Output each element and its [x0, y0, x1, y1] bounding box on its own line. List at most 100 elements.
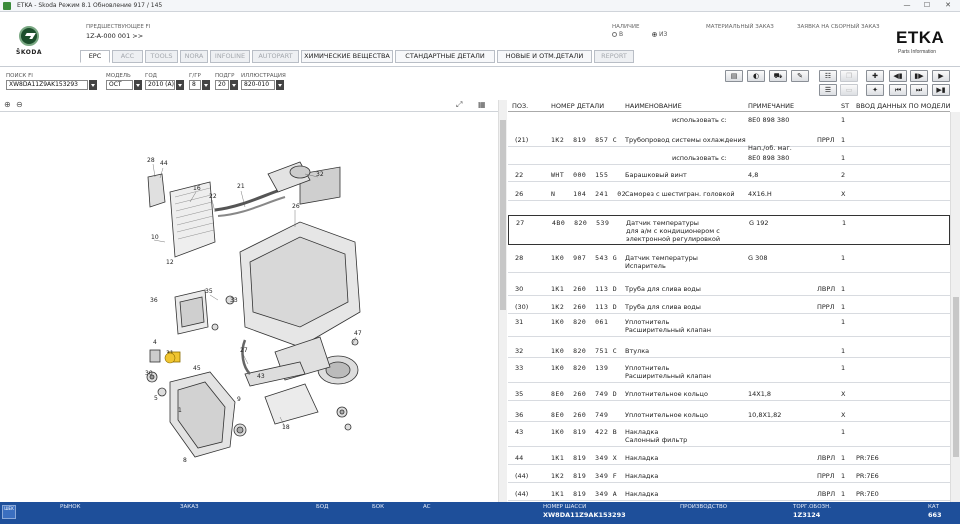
callout-9[interactable]: 9 [237, 396, 241, 403]
table-row[interactable]: использовать с: 8E0 898 380 1 [508, 151, 950, 165]
assembly-request-link[interactable]: ЗАЯВКА НА СБОРНЫЙ ЗАКАЗ [797, 24, 880, 30]
maximize-button[interactable]: ☐ [920, 1, 934, 10]
tab-infoline[interactable]: INFOLINE [210, 50, 250, 63]
main-group-dropdown-icon[interactable] [202, 80, 210, 90]
doc-button[interactable]: ▭ [840, 84, 858, 96]
tab-autopart[interactable]: AUTOPART [252, 50, 299, 63]
table-row[interactable]: 22 WHT 000 155 Барашковый винт 4,8 2 [508, 168, 950, 182]
callout-26[interactable]: 26 [292, 203, 300, 210]
table-row[interactable]: 36 8E0 260 749 Уплотнительное кольцо 10,8X1… [508, 408, 950, 422]
zoom-out-icon[interactable]: ⊖ [16, 100, 23, 109]
model-dropdown-icon[interactable] [134, 80, 142, 90]
table-row[interactable]: использовать с: 8E0 898 380 1 [508, 113, 950, 127]
callout-12[interactable]: 12 [166, 259, 174, 266]
info-button[interactable]: ▶ [932, 70, 950, 82]
next-page-button[interactable]: ▮▶ [910, 70, 928, 82]
tool-button[interactable]: ✎ [791, 70, 809, 82]
pin2-button[interactable]: ✦ [866, 84, 884, 96]
callout-16[interactable]: 16 [193, 185, 201, 192]
callout-4[interactable]: 4 [153, 339, 157, 346]
list-button[interactable]: ☷ [819, 70, 837, 82]
table-row[interactable]: 31 1K0 820 061 Уплотнитель Расширительный … [508, 315, 950, 337]
table-row[interactable]: 35 8E0 260 749 D Уплотнительное кольцо 14X1… [508, 387, 950, 401]
parts-table-scrollbar[interactable] [950, 112, 960, 502]
tab-acc[interactable]: ACC [112, 50, 143, 63]
table-row[interactable]: (44) 1K1 819 349 A Накладка ЛВРЛ 1 PR:7E0 [508, 487, 950, 501]
illustration-select[interactable]: 820-010 [241, 80, 275, 90]
callout-30[interactable]: 30 [145, 370, 153, 377]
callout-43[interactable]: 43 [257, 373, 265, 380]
search-fi-input[interactable]: XW8DA11Z9AK153293 [6, 80, 88, 90]
year-select[interactable]: 2010 (A) [145, 80, 175, 90]
illustration-dropdown-icon[interactable] [276, 80, 284, 90]
zoom-in-icon[interactable]: ⊕ [4, 100, 11, 109]
col-st[interactable]: ST [841, 102, 849, 110]
callout-28[interactable]: 28 [147, 157, 155, 164]
cell-name: Уплотнительное кольцо [625, 411, 708, 419]
callout-21[interactable]: 21 [237, 183, 245, 190]
table-row[interactable]: (44) 1K2 819 349 F Накладка ПРРЛ 1 PR:7E6 [508, 469, 950, 483]
prev-page-button[interactable]: ◀▮ [889, 70, 907, 82]
first-button[interactable]: ⏮ [889, 84, 907, 96]
year-dropdown-icon[interactable] [176, 80, 184, 90]
callout-32[interactable]: 32 [316, 171, 324, 178]
table-row[interactable]: 32 1K0 820 751 C Втулка 1 [508, 344, 950, 358]
minimize-button[interactable]: — [900, 1, 914, 10]
callout-22[interactable]: 22 [209, 193, 217, 200]
close-button[interactable]: ✕ [941, 1, 955, 10]
callout-10[interactable]: 10 [151, 234, 159, 241]
pin-button[interactable]: ✚ [866, 70, 884, 82]
subgroup-select[interactable]: 20 [215, 80, 229, 90]
table-row[interactable]: 33 1K0 820 139 Уплотнитель Расширительный … [508, 361, 950, 383]
tab-химические-вещества[interactable]: ХИМИЧЕСКИЕ ВЕЩЕСТВА [301, 50, 393, 63]
tab-epc[interactable]: EPC [80, 50, 110, 63]
callout-27[interactable]: 27 [240, 347, 248, 354]
callout-8[interactable]: 8 [183, 457, 187, 464]
car-button[interactable]: ⛟ [769, 70, 787, 82]
subgroup-dropdown-icon[interactable] [230, 80, 238, 90]
table-row[interactable]: 28 1K0 907 543 G Датчик температуры Испари… [508, 251, 950, 273]
callout-45[interactable]: 45 [193, 365, 201, 372]
note-button[interactable]: ☰ [819, 84, 837, 96]
illustration-splitter-scrollbar[interactable] [498, 100, 507, 502]
tab-nora[interactable]: NORA [180, 50, 208, 63]
fit-icon[interactable]: ⤢ [456, 100, 462, 110]
table-row[interactable]: 44 1K1 819 349 X Накладка ЛВРЛ 1 PR:7E6 [508, 451, 950, 465]
search-fi-dropdown-icon[interactable] [89, 80, 97, 90]
availability-option-iz[interactable]: ИЗ [652, 31, 667, 38]
callout-35[interactable]: 35 [205, 288, 213, 295]
exploded-view-illustration[interactable]: 2844162122322610353127473336183044514312… [0, 112, 500, 502]
model-select[interactable]: OCT [106, 80, 133, 90]
col-pos[interactable]: ПОЗ. [512, 102, 528, 110]
illustration-print-icon[interactable]: ▦ [478, 100, 486, 109]
tab-новые-и-отм-детали[interactable]: НОВЫЕ И ОТМ.ДЕТАЛИ [497, 50, 592, 63]
callout-44[interactable]: 44 [160, 160, 168, 167]
col-name[interactable]: НАИМЕНОВАНИЕ [625, 102, 682, 110]
tab-report[interactable]: REPORT [594, 50, 634, 63]
table-row[interactable]: 43 1K0 819 422 B Накладка Салонный фильтр 1 [508, 425, 950, 447]
callout-47[interactable]: 47 [354, 330, 362, 337]
end-button[interactable]: ▶▮ [932, 84, 950, 96]
last-button[interactable]: ⏭ [910, 84, 928, 96]
tab-tools[interactable]: TOOLS [145, 50, 178, 63]
cell-part-number: 1K0 820 061 [551, 318, 609, 326]
callout-5[interactable]: 5 [154, 395, 158, 402]
cart-button[interactable]: ◐ [747, 70, 765, 82]
table-row[interactable]: 30 1K1 260 113 D Труба для слива воды ЛВРЛ 1 [508, 282, 950, 296]
tab-стандартные-детали[interactable]: СТАНДАРТНЫЕ ДЕТАЛИ [395, 50, 495, 63]
print-button[interactable]: ▤ [725, 70, 743, 82]
col-part-number[interactable]: НОМЕР ДЕТАЛИ [551, 102, 604, 110]
copy-button[interactable]: ❐ [840, 70, 858, 82]
callout-18[interactable]: 18 [282, 424, 290, 431]
col-model-data[interactable]: ВВОД ДАННЫХ ПО МОДЕЛИ [856, 102, 950, 110]
material-order-link[interactable]: МАТЕРИАЛЬНЫЙ ЗАКАЗ [706, 24, 774, 30]
main-group-select[interactable]: 8 [189, 80, 201, 90]
callout-33[interactable]: 33 [230, 297, 238, 304]
table-row[interactable]: 26 N 104 241 02 Саморез с шестигран. голов… [508, 187, 950, 201]
table-row[interactable]: (30) 1K2 260 113 D Труба для слива воды ПРР… [508, 300, 950, 314]
availability-option-v[interactable]: В [612, 31, 623, 38]
col-note[interactable]: ПРИМЕЧАНИЕ [748, 102, 794, 110]
table-row[interactable]: 27 4B0 820 539 Датчик температуры для а/м … [508, 215, 950, 245]
callout-1[interactable]: 1 [178, 407, 182, 414]
callout-36[interactable]: 36 [150, 297, 158, 304]
